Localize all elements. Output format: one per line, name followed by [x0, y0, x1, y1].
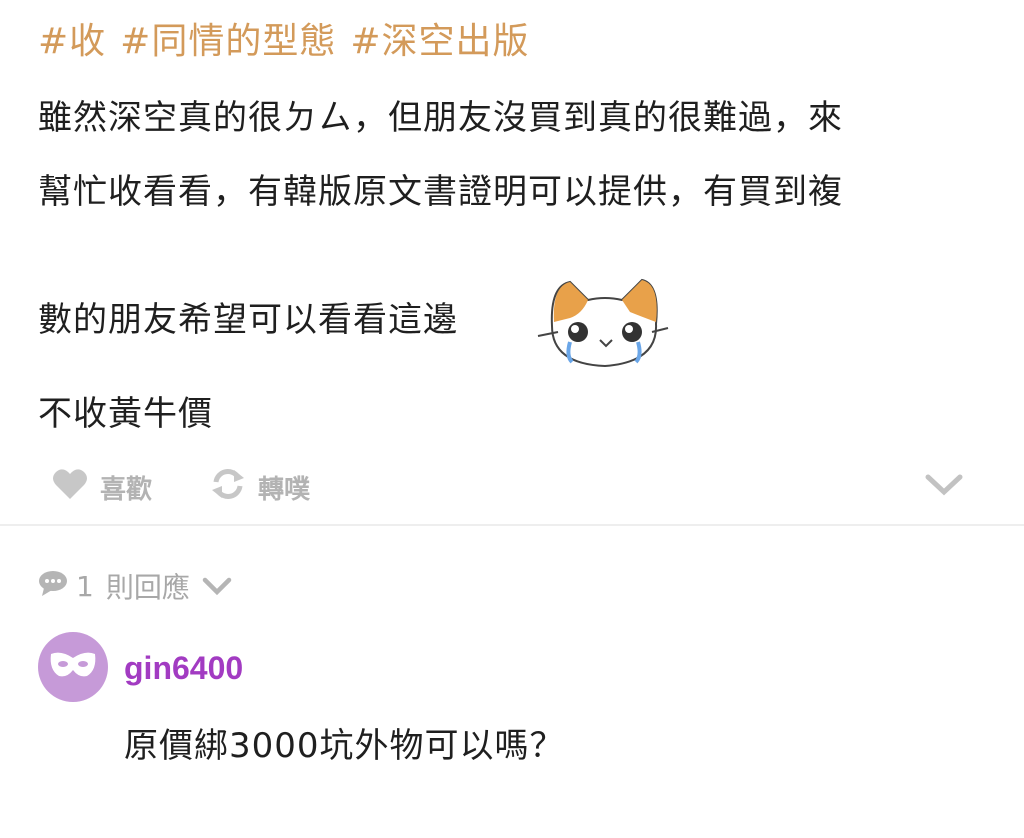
chevron-down-icon[interactable]: [924, 472, 964, 502]
like-button[interactable]: 喜歡: [52, 468, 152, 507]
comment-text: 原價綁3000坑外物可以嗎？: [124, 726, 565, 766]
crying-cat-sticker: [530, 266, 670, 370]
hashtag-link[interactable]: #同情的型態: [120, 21, 336, 62]
mask-icon: [49, 650, 97, 684]
hashtag-row: #收 #同情的型態 #深空出版: [38, 12, 544, 64]
heart-icon: [52, 468, 100, 507]
post-text-line: 雖然深空真的很ㄉㄙ，但朋友沒買到真的很難過，來: [38, 98, 843, 138]
comment-bubble-icon: [38, 570, 76, 603]
post-text-line: 數的朋友希望可以看看這邊: [38, 300, 458, 340]
hashtag-link[interactable]: #深空出版: [350, 21, 529, 62]
repost-label: 轉噗: [258, 475, 311, 505]
chevron-down-icon: [202, 570, 240, 603]
hashtag-link[interactable]: #收: [38, 21, 106, 62]
post-text-line: 不收黃牛價: [38, 394, 213, 434]
avatar[interactable]: [38, 632, 108, 702]
replies-toggle[interactable]: 1 則回應: [38, 566, 240, 606]
repost-button[interactable]: 轉噗: [210, 468, 310, 507]
like-label: 喜歡: [100, 475, 153, 505]
reply-label: 則回應: [105, 571, 190, 604]
reply-count: 1: [76, 569, 94, 603]
comment-username[interactable]: gin6400: [124, 650, 243, 687]
post-action-bar: 喜歡 轉噗: [0, 460, 1024, 512]
post-text-line: 幫忙收看看，有韓版原文書證明可以提供，有買到複: [38, 172, 843, 212]
repost-icon: [210, 468, 258, 507]
divider: [0, 524, 1024, 526]
